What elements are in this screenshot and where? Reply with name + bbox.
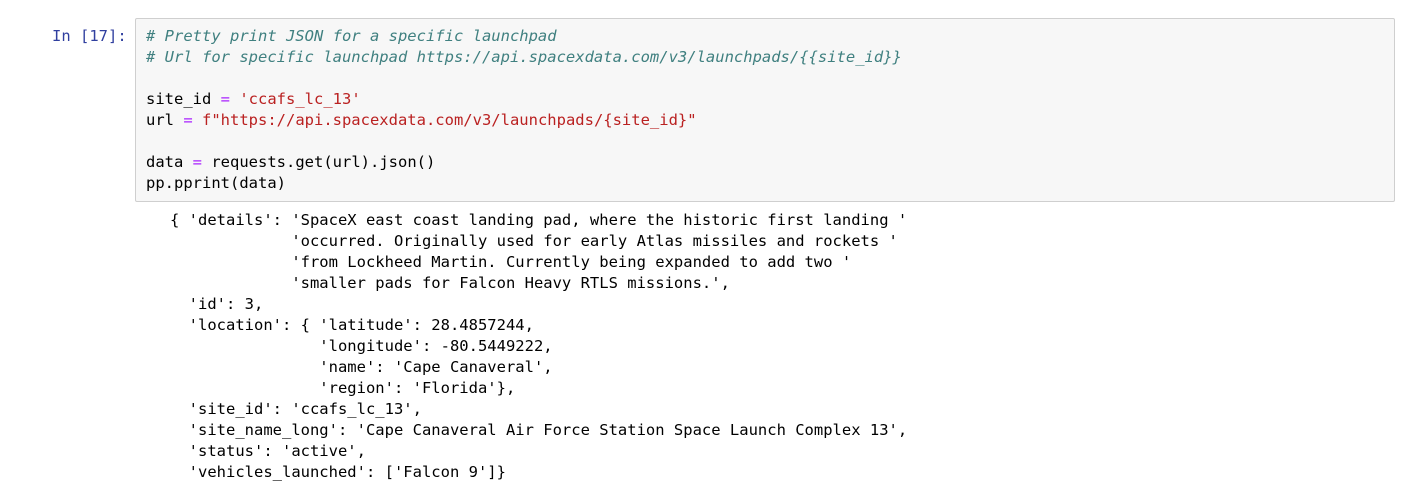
output-line: 'vehicles_launched': ['Falcon 9']} bbox=[170, 463, 506, 481]
code-line: pp.pprint(data) bbox=[146, 174, 286, 192]
code-variable: data bbox=[146, 153, 193, 171]
output-line: 'smaller pads for Falcon Heavy RTLS miss… bbox=[170, 274, 730, 292]
output-line: 'id': 3, bbox=[170, 295, 264, 313]
code-operator: = bbox=[183, 111, 193, 129]
code-line: data = requests.get(url).json() bbox=[146, 152, 902, 173]
code-string: 'ccafs_lc_13' bbox=[230, 90, 361, 108]
code-line: site_id = 'ccafs_lc_13' bbox=[146, 89, 902, 110]
output-line: 'site_name_long': 'Cape Canaveral Air Fo… bbox=[170, 421, 908, 439]
output-line: { 'details': 'SpaceX east coast landing … bbox=[170, 211, 908, 229]
code-expression: requests.get(url).json() bbox=[202, 153, 436, 171]
notebook-code-cell: In [17]: # Pretty print JSON for a speci… bbox=[0, 0, 1414, 498]
code-operator: = bbox=[220, 90, 230, 108]
output-line: 'region': 'Florida'}, bbox=[170, 379, 516, 397]
output-line: 'from Lockheed Martin. Currently being e… bbox=[170, 253, 852, 271]
output-line: 'name': 'Cape Canaveral', bbox=[170, 358, 553, 376]
output-line: 'status': 'active', bbox=[170, 442, 366, 460]
cell-output: { 'details': 'SpaceX east coast landing … bbox=[170, 210, 907, 483]
code-comment-line: # Pretty print JSON for a specific launc… bbox=[146, 27, 557, 45]
output-line: 'site_id': 'ccafs_lc_13', bbox=[170, 400, 422, 418]
code-operator: = bbox=[192, 153, 203, 171]
code-string: f"https://api.spacexdata.com/v3/launchpa… bbox=[192, 111, 697, 129]
code-editor[interactable]: # Pretty print JSON for a specific launc… bbox=[135, 18, 1395, 202]
output-line: 'occurred. Originally used for early Atl… bbox=[170, 232, 898, 250]
output-line: 'location': { 'latitude': 28.4857244, bbox=[170, 316, 534, 334]
code-line: url = f"https://api.spacexdata.com/v3/la… bbox=[146, 110, 902, 131]
code-content[interactable]: # Pretty print JSON for a specific launc… bbox=[146, 26, 902, 194]
output-line: 'longitude': -80.5449222, bbox=[170, 337, 553, 355]
code-variable: url bbox=[146, 111, 184, 129]
code-variable: site_id bbox=[146, 90, 221, 108]
input-prompt: In [17]: bbox=[52, 27, 127, 45]
code-comment-line: # Url for specific launchpad https://api… bbox=[146, 48, 902, 66]
